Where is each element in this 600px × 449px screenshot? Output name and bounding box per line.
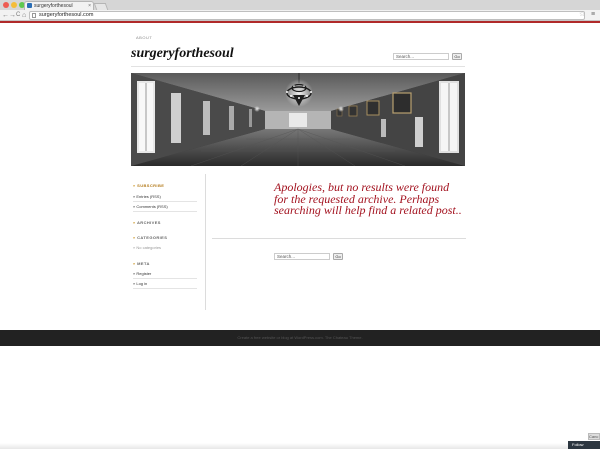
browser-menu-icon[interactable]: ≡ <box>591 10 595 19</box>
forward-arrow-icon[interactable]: → <box>9 11 16 20</box>
follow-button[interactable]: Follow <box>568 441 600 449</box>
address-bar[interactable]: surgeryforthesoul.com <box>29 11 585 20</box>
close-window-icon[interactable] <box>3 2 9 8</box>
bullet-icon: » <box>133 271 136 276</box>
column-divider <box>205 174 206 310</box>
minimize-window-icon[interactable] <box>11 2 17 8</box>
bullet-icon: » <box>133 220 136 225</box>
sidebar-item-log-in[interactable]: » Log in <box>133 281 197 289</box>
page-icon <box>32 13 36 18</box>
sidebar-heading-subscribe: » SUBSCRIBE <box>133 183 165 188</box>
site-footer[interactable]: Create a free website or blog at WordPre… <box>0 330 600 346</box>
no-results-message: Apologies, but no results were found for… <box>274 180 462 217</box>
content-go-button[interactable]: Go <box>333 253 343 260</box>
back-arrow-icon[interactable]: ← <box>2 11 9 20</box>
header-divider <box>131 66 465 67</box>
site-title[interactable]: surgeryforthesoul <box>131 46 234 62</box>
sidebar-item-entries-rss[interactable]: » Entries (RSS) <box>133 194 197 202</box>
header-search-input[interactable]: Search... <box>393 53 449 60</box>
bullet-icon: » <box>133 194 136 199</box>
sidebar-heading-categories: » CATEGORIES <box>133 235 168 240</box>
hallway-illustration <box>131 73 465 166</box>
home-icon[interactable]: ⌂ <box>22 11 26 20</box>
bullet-icon: » <box>133 281 136 286</box>
browser-tab-strip: surgeryforthesoul × <box>0 0 600 10</box>
top-accent-bar <box>0 21 600 23</box>
url-text: surgeryforthesoul.com <box>39 12 94 18</box>
header-image <box>131 73 465 166</box>
reload-icon[interactable]: C <box>16 11 20 20</box>
sidebar-heading-archives: » ARCHIVES <box>133 220 161 225</box>
sidebar-heading-meta: » META <box>133 261 150 266</box>
sidebar-item-register[interactable]: » Register <box>133 271 197 279</box>
close-tab-icon[interactable]: × <box>88 2 91 10</box>
bookmark-star-icon[interactable]: ☆ <box>579 10 585 19</box>
content-divider <box>212 238 466 239</box>
content-search-input[interactable]: Search... <box>274 253 330 260</box>
bullet-icon: » <box>133 245 136 250</box>
browser-toolbar: ← → C ⌂ surgeryforthesoul.com ☆ ≡ <box>0 10 600 21</box>
nav-about-link[interactable]: ABOUT <box>136 35 152 40</box>
sidebar-item-comments-rss[interactable]: » Comments (RSS) <box>133 204 197 212</box>
bottom-shadow <box>0 443 600 449</box>
bullet-icon: » <box>133 235 136 240</box>
cancel-button[interactable]: Canc <box>588 433 600 440</box>
new-tab-button[interactable] <box>93 3 109 10</box>
tab-title: surgeryforthesoul <box>34 3 73 9</box>
header-go-button[interactable]: Go <box>452 53 462 60</box>
browser-tab[interactable]: surgeryforthesoul × <box>24 1 94 10</box>
bullet-icon: » <box>133 183 136 188</box>
sidebar-item-no-categories: » No categories <box>133 245 162 250</box>
bullet-icon: » <box>133 204 136 209</box>
favicon-icon <box>27 3 32 8</box>
bullet-icon: » <box>133 261 136 266</box>
